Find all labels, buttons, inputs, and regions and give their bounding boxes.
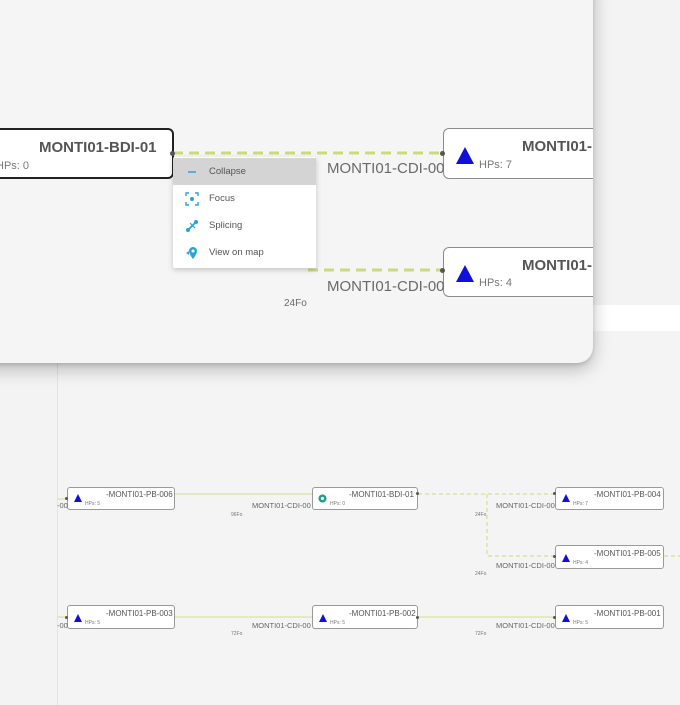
node-name: -MONTI01-PB-006 (106, 490, 173, 499)
node-hps: HPs: 5 (330, 620, 346, 626)
node-hps: HPs: 4 (479, 277, 513, 289)
gear-icon (318, 494, 327, 503)
node-hps: HPs: 5 (85, 501, 101, 507)
selected-node-bdi-01[interactable]: MONTI01-BDI-01 HPs: 0 (0, 128, 174, 179)
menu-item-splicing[interactable]: Splicing (173, 212, 316, 239)
hp-triangle-icon (74, 614, 82, 622)
node-pb-003[interactable]: -MONTI01-PB-003 HPs: 5 (67, 605, 175, 629)
node-name: -MONTI01-PB-005 (594, 549, 661, 558)
fiber-count-label: 24Fo (284, 298, 307, 309)
menu-item-label: Focus (209, 193, 235, 204)
port-dot (440, 151, 445, 156)
hp-triangle-icon (456, 265, 474, 282)
node-hps: HPs: 5 (85, 620, 101, 626)
port-dot (553, 616, 556, 619)
node-hps: HPs: 5 (573, 620, 589, 626)
edge-label: -00 (57, 501, 68, 510)
fiber-count-label: 72Fo (231, 631, 243, 637)
context-menu: Collapse Focus Splicing View on map (173, 157, 316, 268)
hp-triangle-icon (562, 614, 570, 622)
fiber-count-label: 96Fo (231, 512, 243, 518)
port-dot (553, 492, 556, 495)
port-dot (170, 151, 175, 156)
menu-item-collapse[interactable]: Collapse (173, 158, 316, 185)
node-hps: HPs: 0 (330, 501, 346, 507)
node-hps: HPs: 7 (479, 159, 513, 171)
node-name: MONTI01- (522, 257, 593, 274)
fiber-count-label: 24Fo (475, 512, 487, 518)
edge-label: MONTI01-CDI-00 (496, 621, 555, 630)
edge-label: MONTI01-CDI-00 (252, 501, 311, 510)
edge-label: MONTI01-CDI-00 (496, 561, 555, 570)
edge-label: -00 (57, 621, 68, 630)
fiber-count-label: 72Fo (475, 631, 487, 637)
hp-triangle-icon (319, 614, 327, 622)
node-pb-001[interactable]: -MONTI01-PB-001 HPs: 5 (555, 605, 664, 629)
menu-item-label: View on map (209, 247, 264, 258)
node-pb-004[interactable]: -MONTI01-PB-004 HPs: 7 (555, 487, 664, 510)
focus-icon (185, 191, 199, 206)
hp-triangle-icon (456, 147, 474, 164)
port-dot (65, 616, 68, 619)
node-cdi-target-1[interactable]: MONTI01- HPs: 7 (443, 128, 593, 179)
port-dot (416, 492, 419, 495)
port-dot (65, 497, 68, 500)
port-dot (440, 268, 445, 273)
node-name: -MONTI01-BDI-01 (349, 490, 414, 499)
hp-triangle-icon (562, 554, 570, 562)
menu-item-focus[interactable]: Focus (173, 185, 316, 212)
edge-label: MONTI01-CDI-00 (327, 278, 445, 295)
edge-label: MONTI01-CDI-00 (252, 621, 311, 630)
node-hps: HPs: 4 (573, 560, 589, 566)
edge-label: MONTI01-CDI-00 (327, 160, 445, 177)
node-name: -MONTI01-PB-001 (594, 609, 661, 618)
edge-label: MONTI01-CDI-00 (496, 501, 555, 510)
hp-triangle-icon (74, 494, 82, 502)
map-pin-icon (185, 246, 199, 260)
node-name: MONTI01- (522, 138, 593, 155)
menu-item-label: Splicing (209, 220, 243, 231)
node-pb-005[interactable]: -MONTI01-PB-005 HPs: 4 (555, 545, 664, 569)
fiber-count-label: 24Fo (475, 571, 487, 577)
menu-item-view-on-map[interactable]: View on map (173, 239, 316, 266)
minus-icon (185, 165, 199, 179)
node-name: -MONTI01-PB-002 (349, 609, 416, 618)
node-name: MONTI01-BDI-01 (39, 139, 157, 156)
hp-triangle-icon (562, 494, 570, 502)
port-dot (553, 555, 556, 558)
menu-item-label: Collapse (209, 166, 246, 177)
port-dot (416, 616, 419, 619)
node-name: -MONTI01-PB-003 (106, 609, 173, 618)
node-hps: HPs: 0 (0, 160, 30, 172)
node-pb-006[interactable]: -MONTI01-PB-006 HPs: 5 (67, 487, 175, 510)
node-pb-002[interactable]: -MONTI01-PB-002 HPs: 5 (312, 605, 418, 629)
splice-icon (185, 219, 199, 233)
node-hps: HPs: 7 (573, 501, 589, 507)
node-name: -MONTI01-PB-004 (594, 490, 661, 499)
node-bdi-01[interactable]: -MONTI01-BDI-01 HPs: 0 (312, 487, 418, 510)
node-cdi-target-2[interactable]: MONTI01- HPs: 4 (443, 247, 593, 297)
